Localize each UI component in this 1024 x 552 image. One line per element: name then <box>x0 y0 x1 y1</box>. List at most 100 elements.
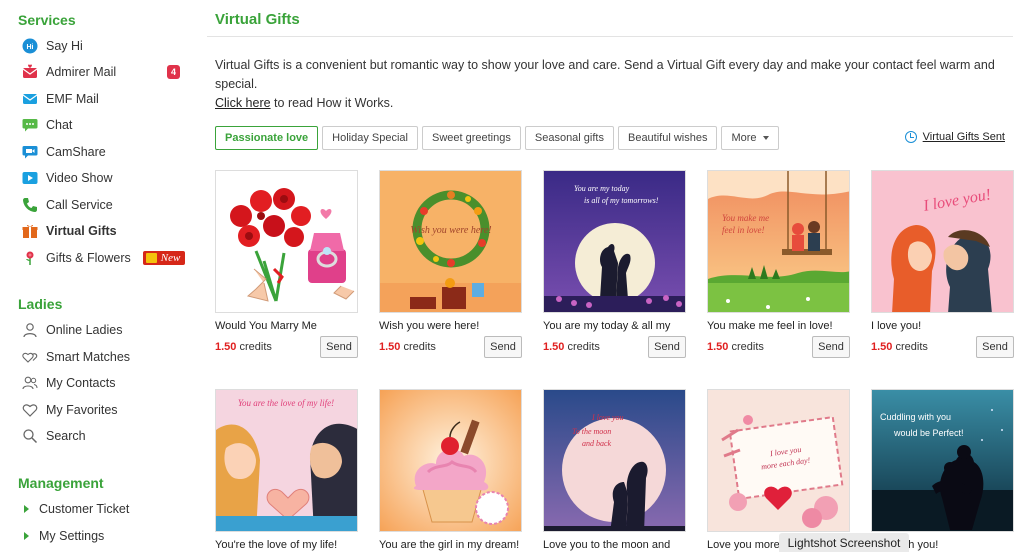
hearts-icon <box>22 349 38 365</box>
nav-admirer-mail[interactable]: Admirer Mail 4 <box>22 61 187 83</box>
gift-image[interactable]: Cuddling with you would be Perfect! <box>871 389 1014 532</box>
send-gift-button[interactable]: Send <box>320 336 358 358</box>
nav-label: My Contacts <box>46 376 116 390</box>
video-show-icon <box>22 170 38 186</box>
call-service-icon <box>22 197 38 213</box>
gift-image[interactable] <box>379 389 522 532</box>
gift-name: You're the love of my life! <box>215 539 338 551</box>
send-gift-button[interactable]: Send <box>648 336 686 358</box>
nav-label: Smart Matches <box>46 350 131 364</box>
gift-card: Cuddling with you would be Perfect! ddle… <box>871 389 1014 551</box>
gift-name: Would You Marry Me <box>215 320 317 332</box>
gift-card: Would You Marry Me 1.50 credits Send <box>215 170 358 358</box>
sidebar: Services Hi Say Hi Admirer Mail 4 EMF Ma… <box>0 0 195 552</box>
search-icon <box>22 428 38 444</box>
nav-emf-mail[interactable]: EMF Mail <box>22 88 187 110</box>
gift-card: You make me feel in love! You make me fe… <box>707 170 850 358</box>
nav-label: EMF Mail <box>46 92 99 106</box>
tab-more-dropdown[interactable]: More <box>721 126 779 150</box>
nav-my-favorites[interactable]: My Favorites <box>22 399 187 421</box>
nav-smart-matches[interactable]: Smart Matches <box>22 346 187 368</box>
gift-name: You make me feel in love! <box>707 320 833 332</box>
nav-camshare[interactable]: CamShare <box>22 141 187 163</box>
virtual-gifts-sent-link[interactable]: Virtual Gifts Sent <box>904 131 1005 143</box>
tab-passionate-love[interactable]: Passionate love <box>215 126 319 150</box>
nav-label: Customer Ticket <box>39 502 130 516</box>
nav-video-show[interactable]: Video Show <box>22 167 187 189</box>
gift-card: I love you! I love you! 1.50 credits Sen… <box>871 170 1014 358</box>
nav-say-hi[interactable]: Hi Say Hi <box>22 35 187 57</box>
gift-caption: You are the love of my life! <box>238 398 334 408</box>
send-gift-button[interactable]: Send <box>484 336 522 358</box>
svg-text:You are my today: You are my today <box>574 184 630 193</box>
divider <box>207 36 1013 37</box>
nav-label: My Settings <box>39 529 105 543</box>
nav-label: Chat <box>46 118 73 132</box>
intro-text: Virtual Gifts is a convenient but romant… <box>215 58 995 110</box>
gift-image[interactable] <box>215 170 358 313</box>
new-badge: New <box>142 251 186 265</box>
send-gift-button[interactable]: Send <box>976 336 1014 358</box>
nav-gifts-flowers[interactable]: Gifts & Flowers New <box>22 247 187 269</box>
gift-price: 1.50 credits <box>379 341 436 353</box>
gift-card: Wish you were here! Wish you were here! … <box>379 170 522 358</box>
gift-price: 1.50 credits <box>543 341 600 353</box>
gift-image[interactable]: You are the love of my life! <box>215 389 358 532</box>
nav-online-ladies[interactable]: Online Ladies <box>22 319 187 341</box>
tab-beautiful-wishes[interactable]: Beautiful wishes <box>617 126 718 150</box>
svg-text:To the moon: To the moon <box>572 427 611 436</box>
triangle-right-icon <box>24 505 29 513</box>
send-gift-button[interactable]: Send <box>812 336 850 358</box>
nav-label: Search <box>46 429 86 443</box>
tab-holiday-special[interactable]: Holiday Special <box>322 126 418 150</box>
tab-seasonal-gifts[interactable]: Seasonal gifts <box>524 126 614 150</box>
virtual-gifts-icon <box>22 223 38 239</box>
chevron-down-icon <box>762 136 769 140</box>
nav-label: Video Show <box>46 171 113 185</box>
gift-card: I love you To the moon and back Love you… <box>543 389 686 551</box>
svg-text:Hi: Hi <box>27 44 34 51</box>
how-it-works-link[interactable]: Click here <box>215 96 271 110</box>
lightshot-overlay: Lightshot Screenshot <box>779 533 909 552</box>
svg-text:is all of my tomorrows!: is all of my tomorrows! <box>584 196 659 205</box>
gift-image[interactable]: You are my today is all of my tomorrows! <box>543 170 686 313</box>
nav-chat[interactable]: Chat <box>22 114 187 136</box>
gift-image[interactable]: I love you To the moon and back <box>543 389 686 532</box>
gift-card: I love you more each day! Love you more … <box>707 389 850 551</box>
svg-text:feel in love!: feel in love! <box>722 225 764 235</box>
nav-my-settings[interactable]: My Settings <box>24 529 104 543</box>
gift-card: You are the girl in my dream! <box>379 389 522 551</box>
gift-name: You are the girl in my dream! <box>379 539 520 551</box>
category-tabs: Passionate love Holiday Special Sweet gr… <box>215 126 783 150</box>
say-hi-icon: Hi <box>22 38 38 54</box>
nav-virtual-gifts[interactable]: Virtual Gifts <box>22 220 187 242</box>
services-title: Services <box>18 12 76 28</box>
gift-image[interactable]: I love you! <box>871 170 1014 313</box>
page-title: Virtual Gifts <box>215 11 300 28</box>
gift-price: 1.50 credits <box>871 341 928 353</box>
gift-image[interactable]: I love you more each day! <box>707 389 850 532</box>
unread-badge: 4 <box>167 65 180 79</box>
gift-card: You are the love of my life! You're the … <box>215 389 358 551</box>
svg-text:would be Perfect!: would be Perfect! <box>893 428 964 438</box>
triangle-right-icon <box>24 532 29 540</box>
nav-label: Say Hi <box>46 39 83 53</box>
nav-label: Online Ladies <box>46 323 123 337</box>
nav-call-service[interactable]: Call Service <box>22 194 187 216</box>
gift-caption: Wish you were here! <box>410 225 491 236</box>
gift-icon <box>145 253 157 263</box>
gift-card: You are my today is all of my tomorrows!… <box>543 170 686 358</box>
svg-text:I love you: I love you <box>591 413 624 422</box>
gift-image[interactable]: You make me feel in love! <box>707 170 850 313</box>
gift-price: 1.50 credits <box>707 341 764 353</box>
tab-sweet-greetings[interactable]: Sweet greetings <box>421 126 521 150</box>
gift-name: I love you! <box>871 320 922 332</box>
gifts-flowers-icon <box>22 250 38 266</box>
svg-text:You make me: You make me <box>722 213 769 223</box>
gift-image[interactable]: Wish you were here! <box>379 170 522 313</box>
person-icon <box>22 322 38 338</box>
nav-my-contacts[interactable]: My Contacts <box>22 372 187 394</box>
contacts-icon <box>22 375 38 391</box>
nav-search[interactable]: Search <box>22 425 187 447</box>
nav-customer-ticket[interactable]: Customer Ticket <box>24 502 129 516</box>
